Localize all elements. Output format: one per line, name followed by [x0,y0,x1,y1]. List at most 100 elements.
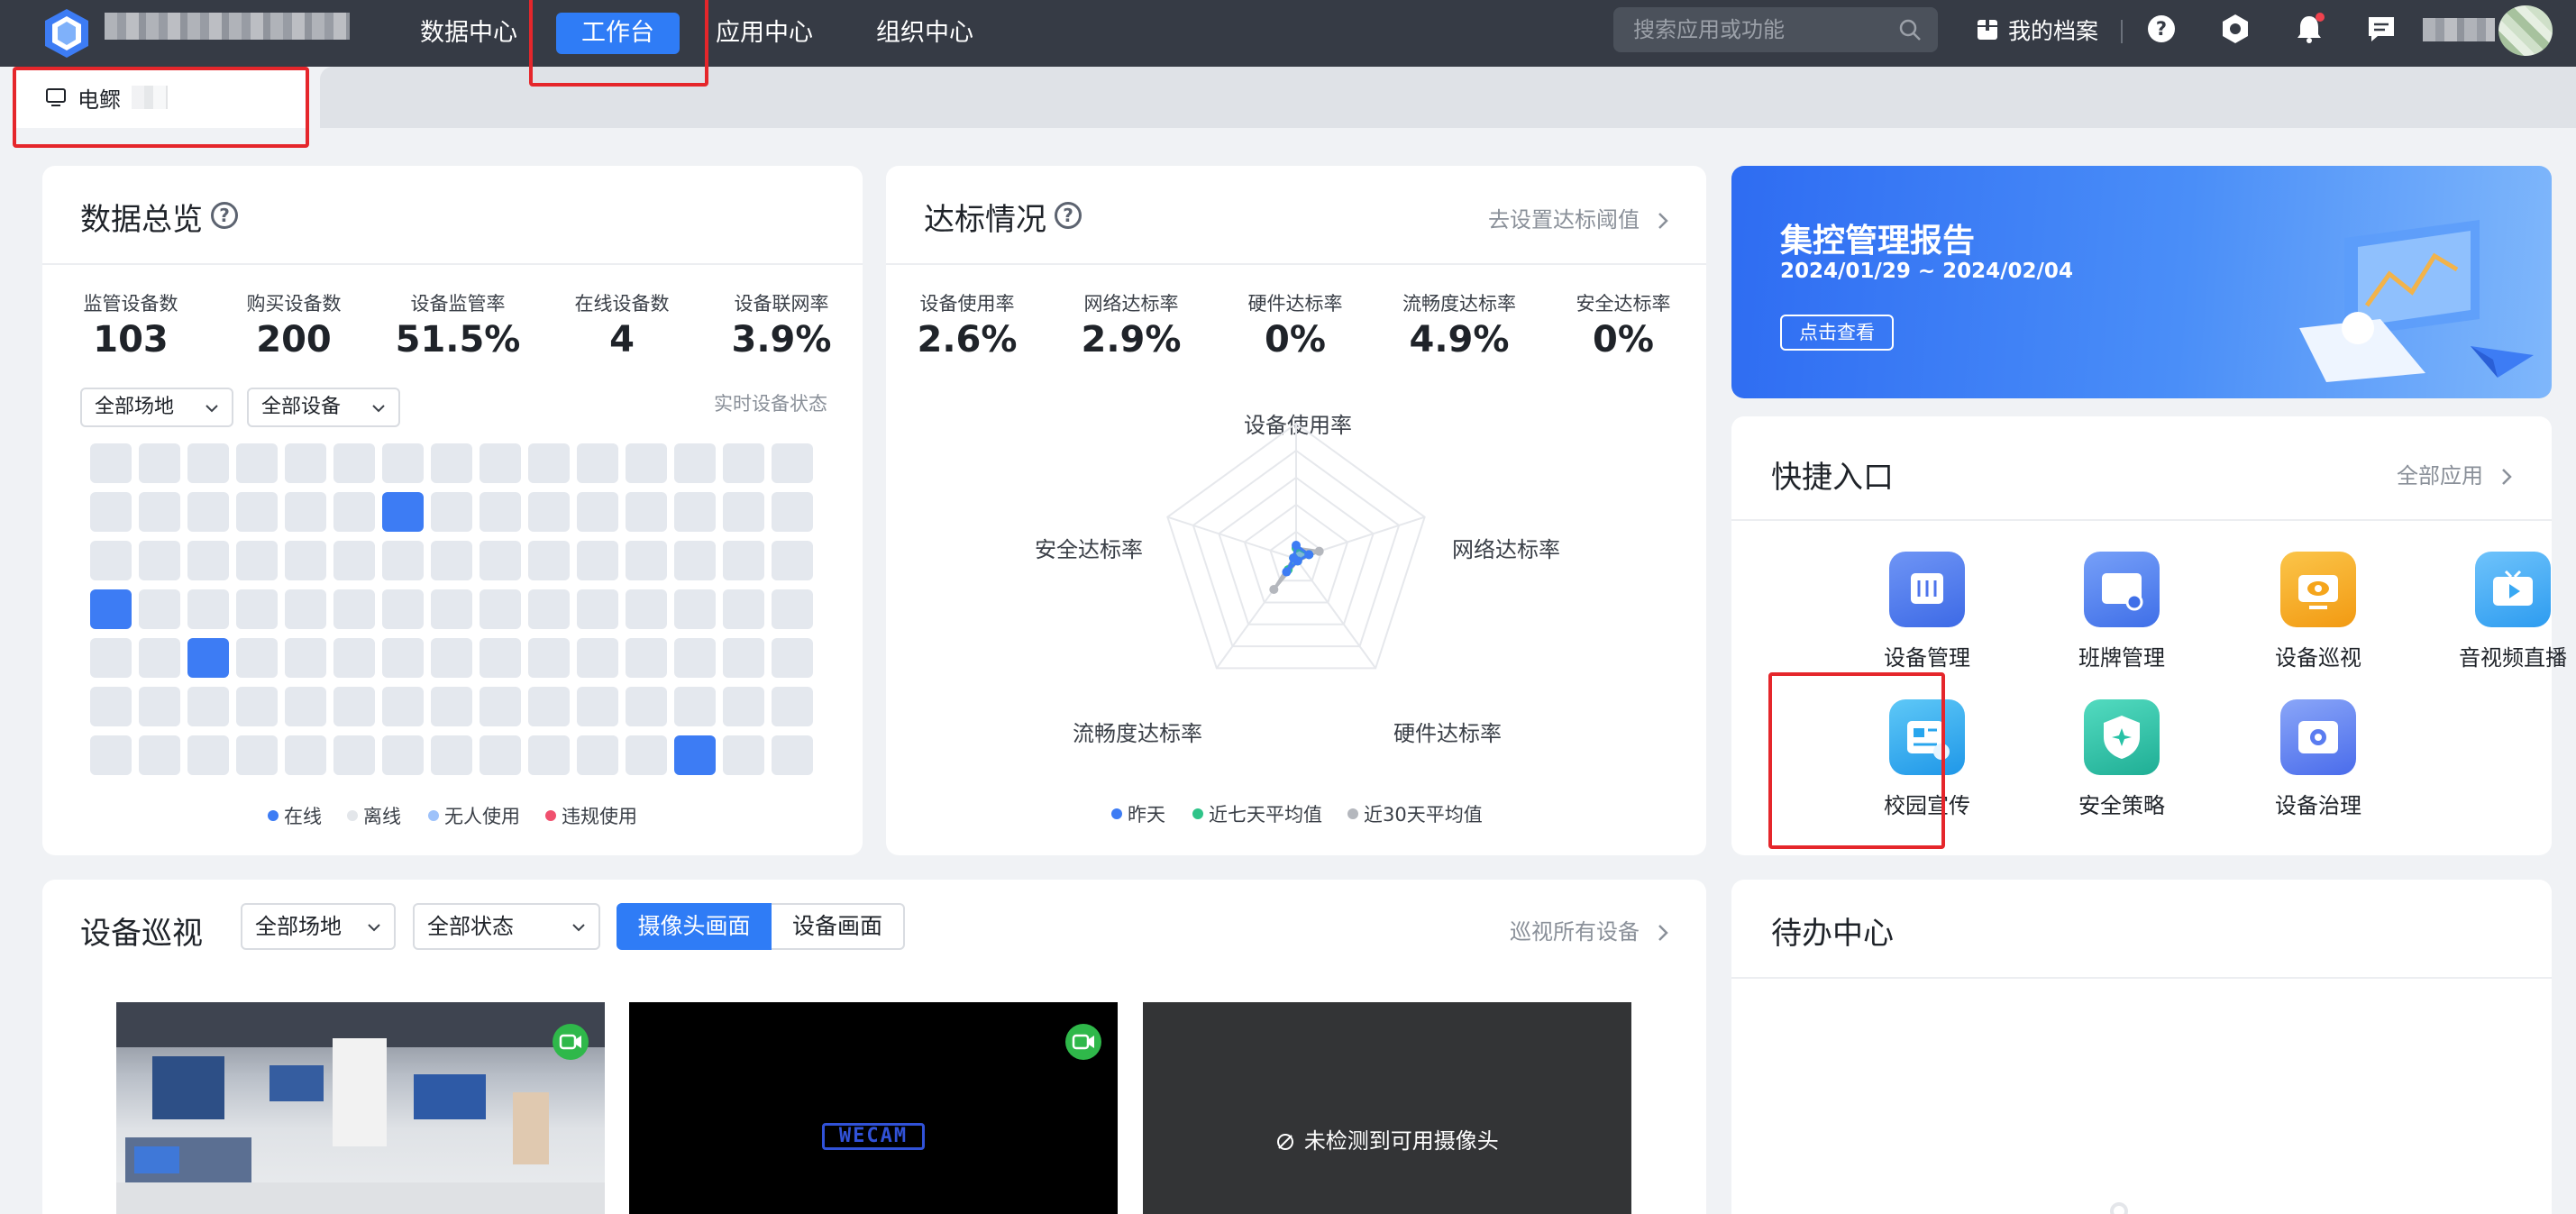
device-cell[interactable] [772,492,813,532]
device-cell[interactable] [577,541,618,580]
device-cell[interactable] [480,541,521,580]
device-cell[interactable] [626,687,667,726]
device-cell[interactable] [187,687,229,726]
device-cell[interactable] [139,735,180,775]
device-cell[interactable] [772,735,813,775]
device-cell[interactable] [90,492,132,532]
device-cell[interactable] [674,638,716,678]
patrol-all-link[interactable]: 巡视所有设备 [1510,914,1670,945]
device-cell[interactable] [528,541,570,580]
message-icon[interactable] [2365,13,2398,45]
device-cell[interactable] [626,589,667,629]
device-cell[interactable] [577,687,618,726]
device-cell[interactable] [382,687,424,726]
device-cell[interactable] [139,589,180,629]
tab-active-page[interactable]: 电鳏 [16,67,306,128]
device-cell[interactable] [90,443,132,483]
device-cell[interactable] [480,443,521,483]
device-cell[interactable] [480,687,521,726]
device-cell[interactable] [333,687,375,726]
camera-thumb-room[interactable] [116,1002,605,1214]
venue-filter-dropdown[interactable]: 全部场地 [80,388,233,427]
device-cell[interactable] [431,589,472,629]
view-report-button[interactable]: 点击查看 [1780,315,1894,351]
device-cell[interactable] [723,638,764,678]
search-icon[interactable] [1898,18,1922,41]
device-cell[interactable] [90,541,132,580]
device-cell[interactable] [528,589,570,629]
all-apps-link[interactable]: 全部应用 [2397,458,2514,489]
device-cell[interactable] [285,638,326,678]
device-cell[interactable] [382,541,424,580]
device-cell[interactable] [480,492,521,532]
notification-bell-icon[interactable] [2293,13,2325,45]
device-cell[interactable] [723,589,764,629]
quick-item-device-patrol[interactable]: 设备巡视 [2237,552,2399,671]
device-cell-online[interactable] [674,735,716,775]
device-cell[interactable] [139,638,180,678]
quick-item-campus-promo[interactable]: 校园宣传 [1846,699,2008,819]
nav-data-center[interactable]: 数据中心 [395,13,543,54]
quick-item-security-policy[interactable]: 安全策略 [2041,699,2203,819]
device-cell[interactable] [723,735,764,775]
device-cell[interactable] [236,735,278,775]
device-cell[interactable] [723,541,764,580]
device-cell[interactable] [285,541,326,580]
device-cell[interactable] [528,687,570,726]
nav-app-center[interactable]: 应用中心 [690,13,838,54]
patrol-status-dropdown[interactable]: 全部状态 [413,903,600,950]
device-cell[interactable] [480,589,521,629]
device-cell[interactable] [187,443,229,483]
camera-thumb-wecam[interactable]: WECAM [629,1002,1118,1214]
device-cell[interactable] [674,443,716,483]
device-cell[interactable] [674,589,716,629]
device-cell[interactable] [236,443,278,483]
device-cell[interactable] [236,687,278,726]
device-cell[interactable] [431,443,472,483]
my-archive-button[interactable]: 我的档案 [1976,13,2098,47]
device-cell[interactable] [139,443,180,483]
device-cell[interactable] [480,638,521,678]
device-cell-online[interactable] [382,492,424,532]
device-cell[interactable] [333,541,375,580]
device-cell[interactable] [772,638,813,678]
device-cell[interactable] [577,492,618,532]
device-cell[interactable] [626,541,667,580]
device-cell[interactable] [139,541,180,580]
device-cell[interactable] [285,492,326,532]
device-cell[interactable] [674,687,716,726]
device-cell-online[interactable] [90,589,132,629]
device-cell[interactable] [528,492,570,532]
device-cell[interactable] [236,589,278,629]
avatar[interactable] [2498,5,2553,56]
device-cell[interactable] [723,492,764,532]
quick-item-device-manage[interactable]: 设备管理 [1846,552,2008,671]
quick-item-live-video[interactable]: 音视频直播 [2432,552,2576,671]
device-cell[interactable] [90,687,132,726]
help-icon[interactable]: ? [2145,13,2178,45]
device-cell[interactable] [480,735,521,775]
device-cell[interactable] [431,541,472,580]
device-cell[interactable] [187,541,229,580]
patrol-venue-dropdown[interactable]: 全部场地 [241,903,396,950]
camera-thumb-none[interactable]: 未检测到可用摄像头 [1143,1002,1631,1214]
device-cell[interactable] [577,589,618,629]
device-cell[interactable] [285,735,326,775]
device-cell[interactable] [528,735,570,775]
device-cell[interactable] [431,492,472,532]
device-cell[interactable] [333,638,375,678]
device-cell[interactable] [139,687,180,726]
radar-point[interactable] [1269,584,1279,594]
device-cell[interactable] [626,735,667,775]
report-banner[interactable]: 集控管理报告 2024/01/29 ~ 2024/02/04 点击查看 [1731,166,2552,398]
device-cell[interactable] [772,541,813,580]
device-cell[interactable] [333,735,375,775]
device-cell[interactable] [285,443,326,483]
radar-point[interactable] [1314,546,1324,556]
quick-item-class-board[interactable]: 班牌管理 [2041,552,2203,671]
device-cell[interactable] [431,638,472,678]
nav-org-center[interactable]: 组织中心 [851,13,999,54]
radar-point[interactable] [1282,567,1292,577]
device-cell[interactable] [382,443,424,483]
device-cell[interactable] [626,443,667,483]
